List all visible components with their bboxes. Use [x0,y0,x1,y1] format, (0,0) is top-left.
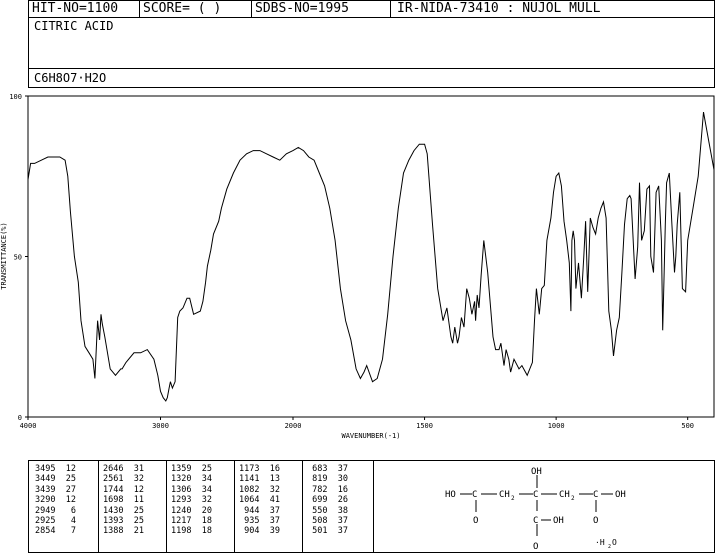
header-divider [390,0,391,18]
peak-row: 1320 34 [171,474,212,485]
hydroxyl-label: OH [553,516,564,526]
oxygen-label: O [533,542,538,552]
carbon-label: C [533,516,538,526]
header-row [28,0,715,18]
peak-row: 1082 32 [239,484,280,495]
peak-row: 1359 25 [171,464,212,474]
peak-row: 1293 32 [171,495,212,506]
subscript-two: 2 [608,544,611,550]
peak-row: 1217 18 [171,516,212,527]
axis-ticks: 4000 3000 2000 1500 1000 500 0 50 100 [9,93,694,430]
sdbs-number: SDBS-NO=1995 [255,1,349,16]
peak-row: 1388 21 [103,526,144,537]
peak-row: 3495 12 [35,464,76,474]
score: SCORE= ( ) [143,1,222,16]
methylene-label: CH [499,490,510,500]
y-tick-label: 50 [14,254,22,262]
hydroxyl-label: OH [531,467,542,477]
peak-row: 1064 41 [239,495,280,506]
spectrum-line [27,112,715,402]
table-divider [166,461,167,552]
hydrate-label: ·H [595,538,605,547]
formula: C6H8O7·H2O [34,71,107,85]
peak-row: 3449 25 [35,474,76,485]
peak-column: 3495 12 3449 25 3439 27 3290 12 2949 6 2… [35,464,76,537]
peak-row: 1698 11 [103,495,144,506]
peak-table: 3495 12 3449 25 3439 27 3290 12 2949 6 2… [28,460,374,553]
oxygen-label: O [612,538,617,547]
peak-row: 904 39 [239,526,280,537]
acid-label: HO [445,490,456,500]
subscript-two: 2 [571,495,575,502]
peak-row: 1173 16 [239,464,280,474]
peak-row: 3290 12 [35,495,76,506]
spectrum-chart: 4000 3000 2000 1500 1000 500 0 50 100 WAVENUMBER… [0,93,715,440]
peak-column: 1173 16 1141 13 1082 32 1064 41 944 37 9… [239,464,280,537]
header-divider [139,0,140,18]
peak-row: 3439 27 [35,484,76,495]
chemical-structure: OH HO C CH 2 C CH 2 C OH O O C OH O ·H 2… [445,467,626,552]
peak-row: 782 16 [307,484,348,495]
oxygen-label: O [593,516,598,526]
peak-row: 2646 31 [103,464,144,474]
peak-row: 1744 12 [103,484,144,495]
x-tick-label: 3000 [152,422,169,430]
peak-row: 550 38 [307,505,348,516]
compound-name-box [28,17,715,69]
peak-row: 501 37 [307,526,348,537]
carbon-label: C [472,490,477,500]
compound-name: CITRIC ACID [34,19,114,33]
hydroxyl-label: OH [615,490,626,500]
header-divider [251,0,252,18]
peak-column: 2646 31 2561 32 1744 12 1698 11 1430 25 … [103,464,144,537]
table-divider [302,461,303,552]
peak-row: 1430 25 [103,505,144,516]
peak-row: 1393 25 [103,516,144,527]
peak-row: 508 37 [307,516,348,527]
oxygen-label: O [473,516,478,526]
x-tick-label: 2000 [285,422,302,430]
peak-row: 2854 7 [35,526,76,537]
carbon-label: C [593,490,598,500]
carbon-label: C [533,490,538,500]
subscript-two: 2 [511,495,515,502]
peak-column: 683 37 819 30 782 16 699 26 550 38 508 3… [307,464,348,537]
peak-row: 2561 32 [103,474,144,485]
peak-row: 2949 6 [35,505,76,516]
peak-row: 1141 13 [239,474,280,485]
ir-info: IR-NIDA-73410 : NUJOL MULL [397,1,601,16]
y-tick-label: 0 [18,414,22,422]
methylene-label: CH [559,490,570,500]
plot-frame [27,95,715,418]
formula-label: C6H8O7·H2O [34,71,106,86]
y-tick-label: 100 [9,93,22,101]
hit-number: HIT-NO=1100 [32,1,119,16]
formula-box [28,68,715,88]
peak-row: 819 30 [307,474,348,485]
peak-row: 1198 18 [171,526,212,537]
peak-row: 699 26 [307,495,348,506]
peak-row: 2925 4 [35,516,76,527]
table-divider [234,461,235,552]
peak-row: 944 37 [239,505,280,516]
table-divider [98,461,99,552]
peak-row: 1240 20 [171,505,212,516]
x-tick-label: 1000 [548,422,565,430]
peak-row: 935 37 [239,516,280,527]
peak-row: 683 37 [307,464,348,474]
x-axis-label: WAVENUMBER(-1) [341,432,400,440]
y-axis-label: TRANSMITTANCE(%) [0,222,8,289]
peak-row: 1306 34 [171,484,212,495]
peak-column: 1359 25 1320 34 1306 34 1293 32 1240 20 … [171,464,212,537]
x-tick-label: 4000 [20,422,37,430]
x-tick-label: 500 [681,422,694,430]
x-tick-label: 1500 [416,422,433,430]
